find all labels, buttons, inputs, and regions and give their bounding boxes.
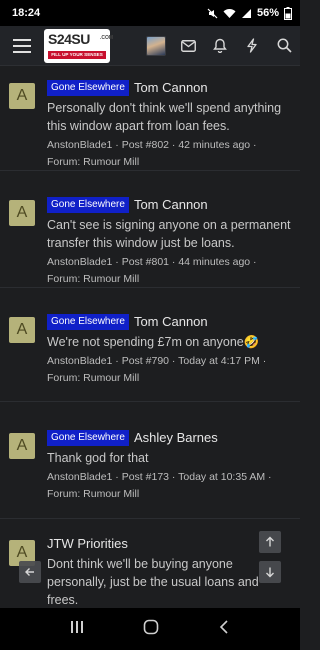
thread-title[interactable]: Tom Cannon (134, 196, 208, 214)
list-item[interactable]: A Gone Elsewhere Tom Cannon Personally d… (0, 67, 300, 171)
result-title[interactable]: Gone Elsewhere Tom Cannon (47, 313, 292, 331)
thread-title[interactable]: Ashley Barnes (134, 429, 218, 447)
list-item[interactable]: A JTW Priorities Dont think we'll be buy… (0, 520, 300, 610)
post-meta: AnstonBlade1 · Post #173 · Today at 10:3… (47, 471, 272, 500)
status-badge: Gone Elsewhere (47, 80, 129, 96)
post-meta: AnstonBlade1 · Post #802 · 42 minutes ag… (47, 139, 257, 168)
site-logo[interactable]: S24SU .COM FILL UP YOUR SENSES (44, 28, 114, 63)
post-snippet: We're not spending £7m on anyone🤣 (47, 335, 260, 349)
status-right: 56% (207, 6, 292, 20)
back-icon[interactable] (218, 619, 230, 639)
status-badge: Gone Elsewhere (47, 197, 129, 213)
hamburger-menu-icon[interactable] (0, 26, 44, 66)
arrow-down-icon[interactable] (259, 561, 281, 583)
mute-icon (207, 8, 218, 19)
arrow-up-icon[interactable] (259, 531, 281, 553)
list-item[interactable]: A Gone Elsewhere Tom Cannon Can't see is… (0, 172, 300, 288)
account-button[interactable] (140, 26, 172, 66)
battery-icon (284, 6, 292, 20)
home-icon[interactable] (143, 619, 159, 640)
list-item[interactable]: A Gone Elsewhere Tom Cannon We're not sp… (0, 289, 300, 402)
status-time: 18:24 (12, 7, 41, 19)
post-meta: AnstonBlade1 · Post #790 · Today at 4:17… (47, 355, 267, 384)
logo-tagline: FILL UP YOUR SENSES (48, 50, 106, 59)
logo-text: S24SU (48, 30, 90, 47)
post-snippet: Can't see is signing anyone on a permane… (47, 218, 291, 250)
result-title[interactable]: Gone Elsewhere Tom Cannon (47, 196, 292, 214)
recent-apps-icon[interactable] (70, 620, 84, 639)
post-snippet: Dont think we'll be buying anyone person… (47, 557, 259, 607)
arrow-left-icon[interactable] (19, 561, 41, 583)
post-snippet: Thank god for that (47, 451, 149, 465)
inbox-icon[interactable] (172, 26, 204, 66)
status-bar: 18:24 56% (0, 0, 300, 26)
result-title[interactable]: JTW Priorities (47, 535, 266, 553)
lightning-icon[interactable] (236, 26, 268, 66)
post-meta: AnstonBlade1 · Post #801 · 44 minutes ag… (47, 256, 257, 285)
system-nav-bar (0, 608, 300, 650)
status-badge: Gone Elsewhere (47, 430, 129, 446)
thread-title[interactable]: Tom Cannon (134, 313, 208, 331)
user-avatar (146, 35, 166, 56)
avatar[interactable]: A (9, 433, 35, 459)
post-snippet: Personally don't think we'll spend anyth… (47, 101, 282, 133)
thread-title[interactable]: JTW Priorities (47, 535, 128, 553)
signal-icon (241, 8, 252, 19)
avatar[interactable]: A (9, 317, 35, 343)
logo-dotcom: .COM (100, 34, 114, 41)
list-item[interactable]: A Gone Elsewhere Ashley Barnes Thank god… (0, 403, 300, 519)
result-title[interactable]: Gone Elsewhere Tom Cannon (47, 79, 292, 97)
bell-icon[interactable] (204, 26, 236, 66)
battery-level: 56% (256, 7, 279, 19)
thread-title[interactable]: Tom Cannon (134, 79, 208, 97)
header-icons (140, 26, 300, 66)
result-title[interactable]: Gone Elsewhere Ashley Barnes (47, 429, 292, 447)
status-badge: Gone Elsewhere (47, 314, 129, 330)
avatar[interactable]: A (9, 83, 35, 109)
wifi-icon (223, 8, 236, 19)
app-header: S24SU .COM FILL UP YOUR SENSES (0, 26, 300, 66)
search-icon[interactable] (268, 26, 300, 66)
avatar[interactable]: A (9, 200, 35, 226)
